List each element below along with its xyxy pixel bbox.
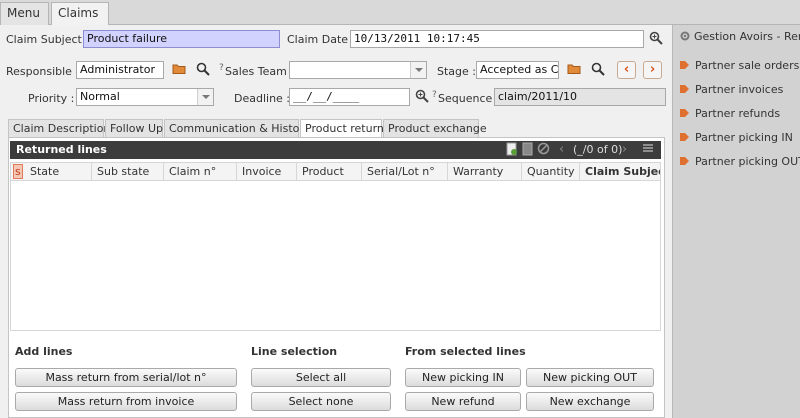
claim-date-field[interactable]: 10/13/2011 10:17:45: [350, 30, 644, 48]
arrow-icon: [679, 59, 690, 70]
mass-return-invoice-button[interactable]: Mass return from invoice: [15, 392, 237, 411]
column-select-all[interactable]: s: [13, 164, 23, 179]
sidebar: Gestion Avoirs - Remb Partner sale order…: [672, 25, 800, 418]
chevron-down-icon[interactable]: [410, 62, 426, 78]
add-icon[interactable]: [506, 142, 518, 158]
column-claim-number[interactable]: Claim n°: [164, 163, 237, 180]
from-selected-lines-title: From selected lines: [405, 345, 526, 358]
add-lines-title: Add lines: [15, 345, 73, 358]
sidebar-header-label: Gestion Avoirs - Remb: [694, 30, 800, 43]
column-claim-subject[interactable]: Claim Subject: [580, 163, 660, 180]
sequence-field: claim/2011/10: [494, 88, 666, 106]
tab-product-exchange[interactable]: Product exchange: [383, 119, 487, 138]
chevron-left-icon[interactable]: ‹: [559, 142, 564, 158]
priority-value: Normal: [80, 90, 120, 103]
sales-team-label: Sales Team :: [225, 65, 295, 78]
next-stage-button[interactable]: ›: [643, 61, 662, 79]
chevron-down-icon[interactable]: [197, 89, 213, 105]
search-icon[interactable]: [590, 62, 606, 78]
sidebar-item-label: Partner picking OUT: [695, 155, 800, 168]
sequence-label: Sequence :: [438, 92, 500, 105]
cancel-icon[interactable]: [537, 142, 550, 158]
column-warranty[interactable]: Warranty: [448, 163, 522, 180]
help-mark: ?: [219, 63, 224, 73]
stage-label: Stage :: [437, 65, 476, 78]
stage-field[interactable]: Accepted as Cla: [476, 61, 559, 79]
mass-return-serial-button[interactable]: Mass return from serial/lot n°: [15, 368, 237, 387]
priority-select[interactable]: Normal: [76, 88, 214, 106]
help-mark: ?: [432, 90, 437, 100]
new-exchange-button[interactable]: New exchange: [526, 392, 654, 411]
sidebar-item-partner-picking-in[interactable]: Partner picking IN: [679, 131, 793, 144]
responsible-field[interactable]: Administrator: [76, 61, 164, 79]
new-refund-button[interactable]: New refund: [405, 392, 521, 411]
column-sub-state[interactable]: Sub state: [92, 163, 164, 180]
column-invoice[interactable]: Invoice: [237, 163, 297, 180]
tab-menu-label: Menu: [7, 6, 40, 20]
tab-product-return[interactable]: Product return: [300, 119, 384, 139]
tab-claims[interactable]: Claims✖: [51, 2, 109, 41]
sidebar-item-partner-sale-orders[interactable]: Partner sale orders: [679, 59, 799, 72]
new-picking-in-button[interactable]: New picking IN: [405, 368, 521, 387]
deadline-field[interactable]: __/__/____: [289, 88, 410, 106]
select-all-button[interactable]: Select all: [251, 368, 391, 387]
sidebar-item-label: Partner sale orders: [695, 59, 800, 72]
column-product[interactable]: Product: [297, 163, 362, 180]
pager-text: (_/0 of 0): [573, 143, 623, 156]
folder-icon[interactable]: [566, 62, 582, 78]
deadline-label: Deadline :: [234, 92, 291, 105]
sidebar-item-partner-invoices[interactable]: Partner invoices: [679, 83, 783, 96]
returned-lines-header: Returned lines ‹ (_/0 of 0) ›: [10, 141, 661, 159]
tab-claim-description[interactable]: Claim Description: [8, 119, 110, 138]
column-quantity[interactable]: Quantity: [522, 163, 580, 180]
returned-lines-grid: [10, 181, 661, 331]
gear-icon: [679, 30, 691, 42]
claim-subject-field[interactable]: Product failure: [83, 30, 280, 48]
tab-claims-label: Claims: [58, 6, 99, 20]
sidebar-item-label: Partner picking IN: [695, 131, 793, 144]
tab-menu[interactable]: Menu✖: [0, 2, 49, 41]
sidebar-item-partner-picking-out[interactable]: Partner picking OUT: [679, 155, 800, 168]
arrow-icon: [679, 131, 690, 142]
sidebar-item-partner-refunds[interactable]: Partner refunds: [679, 107, 780, 120]
folder-icon[interactable]: [171, 62, 187, 78]
sidebar-header: Gestion Avoirs - Remb: [679, 30, 800, 43]
new-picking-out-button[interactable]: New picking OUT: [526, 368, 654, 387]
column-serial-lot[interactable]: Serial/Lot n°: [362, 163, 448, 180]
returned-lines-title: Returned lines: [16, 143, 107, 156]
responsible-label: Responsible :: [6, 65, 80, 78]
zoom-icon[interactable]: [648, 31, 664, 47]
document-icon[interactable]: [522, 142, 534, 158]
column-state[interactable]: State: [25, 163, 92, 180]
top-tab-bar: Menu✖ Claims✖: [0, 0, 800, 41]
arrow-icon: [679, 155, 690, 166]
sales-team-select[interactable]: [289, 61, 427, 79]
search-icon[interactable]: [195, 62, 211, 78]
list-icon[interactable]: [642, 142, 654, 158]
zoom-icon[interactable]: [414, 89, 430, 105]
claim-subject-label: Claim Subject :: [6, 33, 90, 46]
select-none-button[interactable]: Select none: [251, 392, 391, 411]
tab-follow-up[interactable]: Follow Up: [105, 119, 163, 138]
previous-stage-button[interactable]: ‹: [617, 61, 636, 79]
tab-communication-history[interactable]: Communication & History: [164, 119, 310, 138]
priority-label: Priority :: [28, 92, 75, 105]
sidebar-item-label: Partner refunds: [695, 107, 781, 120]
chevron-right-icon[interactable]: ›: [622, 142, 627, 158]
arrow-icon: [679, 107, 690, 118]
grid-column-header: s State Sub state Claim n° Invoice Produ…: [10, 162, 661, 181]
sidebar-item-label: Partner invoices: [695, 83, 784, 96]
arrow-icon: [679, 83, 690, 94]
line-selection-title: Line selection: [251, 345, 338, 358]
claim-date-label: Claim Date :: [287, 33, 356, 46]
